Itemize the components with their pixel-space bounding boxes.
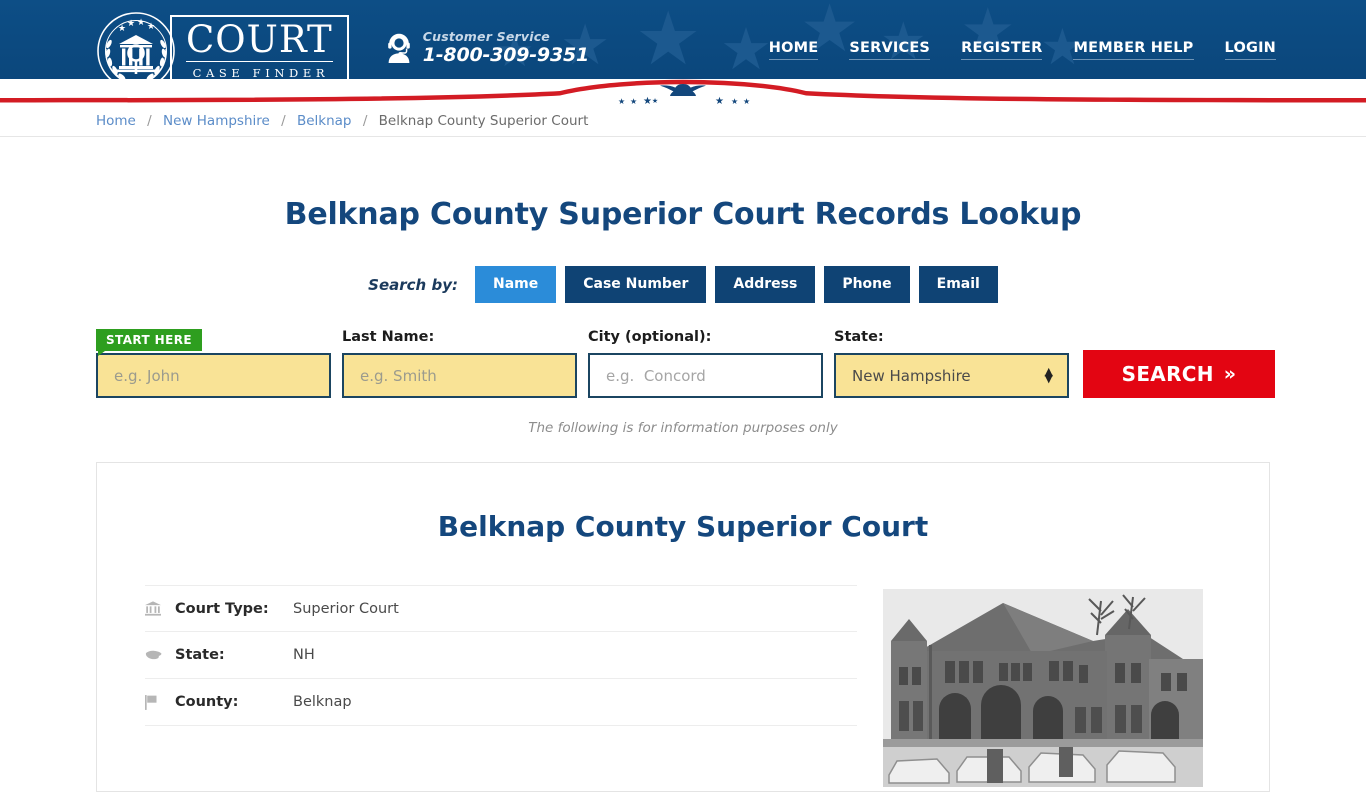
search-button-label: SEARCH — [1121, 362, 1214, 386]
svg-text:★: ★ — [147, 22, 155, 32]
customer-service-block: Customer Service 1-800-309-9351 — [385, 30, 589, 66]
breadcrumb-item-home[interactable]: Home — [96, 113, 136, 129]
tab-case-number[interactable]: Case Number — [565, 266, 707, 303]
bank-icon — [145, 601, 175, 616]
last-name-field-group: Last Name: — [342, 329, 577, 398]
svg-text:★: ★ — [630, 97, 637, 105]
card-title: Belknap County Superior Court — [437, 510, 929, 543]
tab-address[interactable]: Address — [715, 266, 816, 303]
search-button[interactable]: SEARCH » — [1083, 350, 1275, 398]
city-label: City (optional): — [588, 329, 712, 345]
last-name-input[interactable] — [342, 353, 577, 398]
disclaimer-text: The following is for information purpose… — [528, 420, 838, 436]
table-row: County: Belknap — [145, 679, 857, 726]
nav-item-login[interactable]: LOGIN — [1224, 40, 1276, 60]
map-usa-icon — [145, 649, 175, 661]
last-name-label: Last Name: — [342, 329, 435, 345]
breadcrumb-separator: / — [281, 113, 286, 129]
nav-item-services[interactable]: SERVICES — [849, 40, 931, 60]
double-chevron-right-icon: » — [1223, 363, 1237, 385]
state-row-label: State: — [175, 647, 225, 663]
svg-text:★: ★ — [118, 24, 126, 34]
nav-item-member-help[interactable]: MEMBER HELP — [1073, 40, 1194, 60]
court-details-list: Court Type: Superior Court State: NH Cou… — [145, 585, 857, 787]
court-info-card: Belknap County Superior Court Court Type… — [96, 462, 1270, 792]
svg-text:★: ★ — [618, 97, 625, 105]
main-navigation: HOME SERVICES REGISTER MEMBER HELP LOGIN — [768, 40, 1278, 60]
tab-phone[interactable]: Phone — [824, 266, 910, 303]
state-field-group: State: New Hampshire ▲ ▼ — [834, 329, 1069, 398]
breadcrumb-item-current: Belknap County Superior Court — [378, 113, 589, 129]
city-field-group: City (optional): — [588, 329, 823, 398]
state-selected-value: New Hampshire — [852, 366, 971, 385]
headset-operator-icon — [385, 33, 413, 63]
table-row: State: NH — [145, 632, 857, 679]
logo-wordmark: COURT CASE FINDER — [170, 15, 349, 87]
breadcrumb-separator: / — [147, 113, 152, 129]
court-type-value: Superior Court — [293, 600, 399, 617]
table-row: Court Type: Superior Court — [145, 585, 857, 632]
customer-service-label: Customer Service — [422, 29, 550, 44]
svg-text:★: ★ — [127, 19, 135, 29]
breadcrumb-item-county[interactable]: Belknap — [297, 113, 352, 129]
city-input[interactable] — [588, 353, 823, 398]
chevron-updown-icon: ▲ ▼ — [1044, 364, 1053, 385]
svg-text:★: ★ — [137, 18, 145, 28]
state-label: State: — [834, 329, 884, 345]
svg-text:★: ★ — [643, 96, 652, 105]
search-by-tabs: Search by: Name Case Number Address Phon… — [88, 266, 1278, 303]
start-here-badge: START HERE — [96, 329, 202, 356]
main-content: Belknap County Superior Court Records Lo… — [88, 137, 1278, 792]
courthouse-photo-wrap — [883, 585, 1203, 787]
logo-subtitle: CASE FINDER — [192, 66, 330, 80]
svg-text:★: ★ — [652, 97, 658, 105]
svg-text:★: ★ — [715, 96, 724, 105]
page-title: Belknap County Superior Court Records Lo… — [284, 197, 1082, 232]
courthouse-photo — [883, 589, 1203, 787]
tab-name[interactable]: Name — [474, 266, 557, 303]
breadcrumb-item-state[interactable]: New Hampshire — [163, 113, 270, 129]
svg-text:★: ★ — [743, 97, 750, 105]
county-value: Belknap — [293, 694, 352, 710]
search-by-label: Search by: — [368, 275, 458, 294]
svg-text:★: ★ — [731, 97, 738, 105]
state-select[interactable]: New Hampshire ▲ ▼ — [834, 353, 1069, 398]
nav-item-register[interactable]: REGISTER — [961, 40, 1043, 60]
court-type-label: Court Type: — [175, 600, 269, 617]
tab-email[interactable]: Email — [918, 266, 998, 303]
patriotic-banner: ★ ★ ★ ★ ★ ★ ★ — [0, 79, 1366, 105]
nav-item-home[interactable]: HOME — [768, 40, 819, 60]
county-label: County: — [175, 694, 239, 710]
breadcrumb-bar: Home / New Hampshire / Belknap / Belknap… — [0, 105, 1366, 137]
customer-service-phone[interactable]: 1-800-309-9351 — [423, 44, 589, 66]
breadcrumb-separator: / — [362, 113, 368, 129]
breadcrumb: Home / New Hampshire / Belknap / Belknap… — [88, 105, 1278, 137]
logo-title: COURT — [186, 18, 333, 62]
flag-icon — [145, 694, 175, 710]
search-form: START HERE First Name: Last Name: City (… — [88, 329, 1278, 398]
state-row-value: NH — [293, 647, 315, 663]
first-name-input[interactable] — [96, 353, 331, 398]
